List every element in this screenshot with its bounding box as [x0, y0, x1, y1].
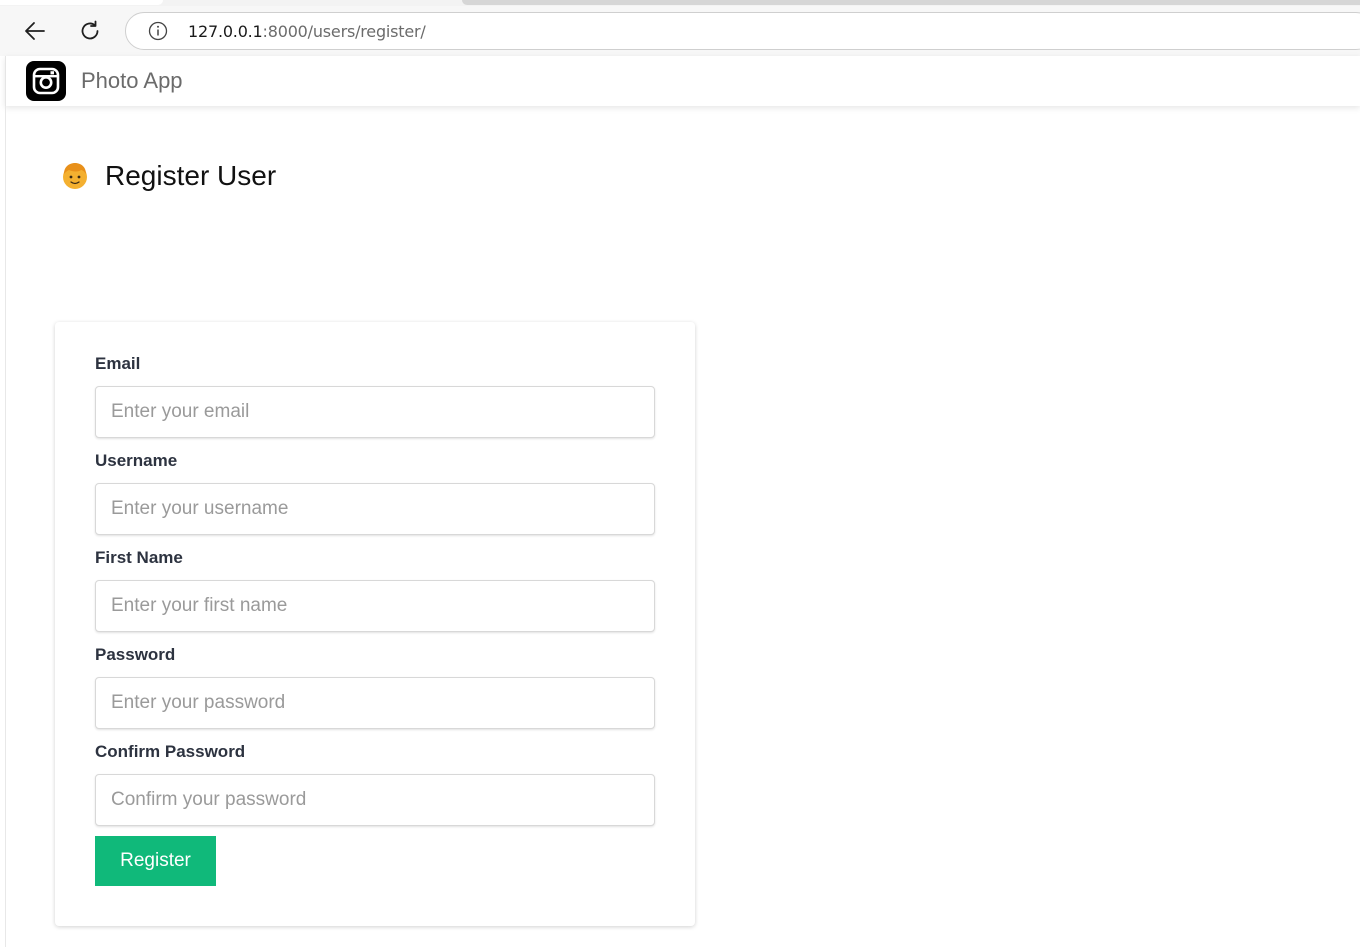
- url-host: 127.0.0.1: [188, 21, 263, 41]
- first-name-label: First Name: [95, 548, 183, 567]
- url-text[interactable]: 127.0.0.1:8000/users/register/: [188, 22, 426, 41]
- email-label: Email: [95, 354, 141, 373]
- app-navbar: Photo App: [5, 56, 1360, 106]
- reload-button[interactable]: [73, 14, 107, 48]
- page-border: [5, 106, 6, 947]
- confirm-password-field[interactable]: [95, 774, 655, 826]
- active-tab[interactable]: [0, 0, 163, 5]
- page-heading: Register User: [60, 160, 276, 192]
- person-emoji-icon: [63, 163, 87, 189]
- password-field[interactable]: [95, 677, 655, 729]
- brand-logo[interactable]: [26, 61, 66, 101]
- reload-icon: [81, 20, 99, 40]
- username-label: Username: [95, 451, 178, 470]
- instagram-camera-icon: [32, 67, 60, 95]
- first-name-field[interactable]: [95, 580, 655, 632]
- password-label: Password: [95, 645, 176, 664]
- address-bar[interactable]: 127.0.0.1:8000/users/register/: [125, 12, 1360, 50]
- browser-toolbar: 127.0.0.1:8000/users/register/: [0, 6, 1360, 56]
- register-form-card: Email Username First Name Password Confi…: [55, 322, 695, 926]
- page-title: Register User: [105, 160, 277, 191]
- register-button[interactable]: Register: [95, 836, 216, 886]
- inactive-tab[interactable]: [462, 0, 1360, 5]
- url-path: :8000/users/register/: [262, 21, 426, 41]
- back-button[interactable]: [18, 14, 52, 48]
- username-field[interactable]: [95, 483, 655, 535]
- brand-name[interactable]: Photo App: [81, 68, 183, 94]
- confirm-password-label: Confirm Password: [95, 742, 246, 761]
- arrow-left-icon: [25, 22, 45, 40]
- email-field[interactable]: [95, 386, 655, 438]
- info-icon[interactable]: [148, 21, 168, 41]
